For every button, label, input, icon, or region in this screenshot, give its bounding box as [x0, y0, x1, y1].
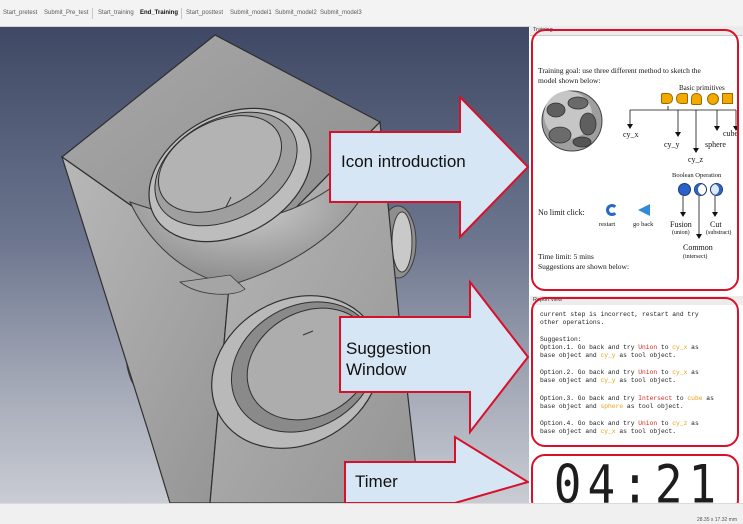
submit-pre-test-button[interactable]: Submit_Pre_test [44, 10, 88, 16]
3d-viewport[interactable]: Icon introduction Suggestion Window Time… [0, 27, 529, 503]
end-training-button[interactable]: End_Training [140, 10, 178, 16]
start-pretest-button[interactable]: Start_pretest [3, 10, 37, 16]
toolbar-separator [92, 8, 93, 19]
dimension-readout: 28.35 x 17.32 mm [696, 517, 737, 523]
submit-model1-button[interactable]: Submit_model1 [230, 10, 272, 16]
timer-arrow [344, 435, 529, 503]
toolbar-separator [181, 8, 182, 19]
start-training-button[interactable]: Start_training [98, 10, 134, 16]
icon-intro-highlight [531, 29, 739, 291]
icon-intro-label: Icon introduction [341, 152, 466, 171]
suggestion-label-line1: Suggestion [346, 339, 432, 358]
timer-label: Timer [355, 472, 398, 491]
start-posttest-button[interactable]: Start_posttest [186, 10, 223, 16]
submit-model2-button[interactable]: Submit_model2 [275, 10, 317, 16]
callout-arrows [329, 94, 529, 503]
suggestion-label-line2: Window [346, 360, 407, 379]
suggestion-window-highlight [531, 297, 739, 447]
workbench-toolbar: Start_pretest Submit_Pre_test Start_trai… [0, 0, 743, 27]
submit-model3-button[interactable]: Submit_model3 [320, 10, 362, 16]
status-bar: 28.35 x 17.32 mm [0, 503, 743, 524]
